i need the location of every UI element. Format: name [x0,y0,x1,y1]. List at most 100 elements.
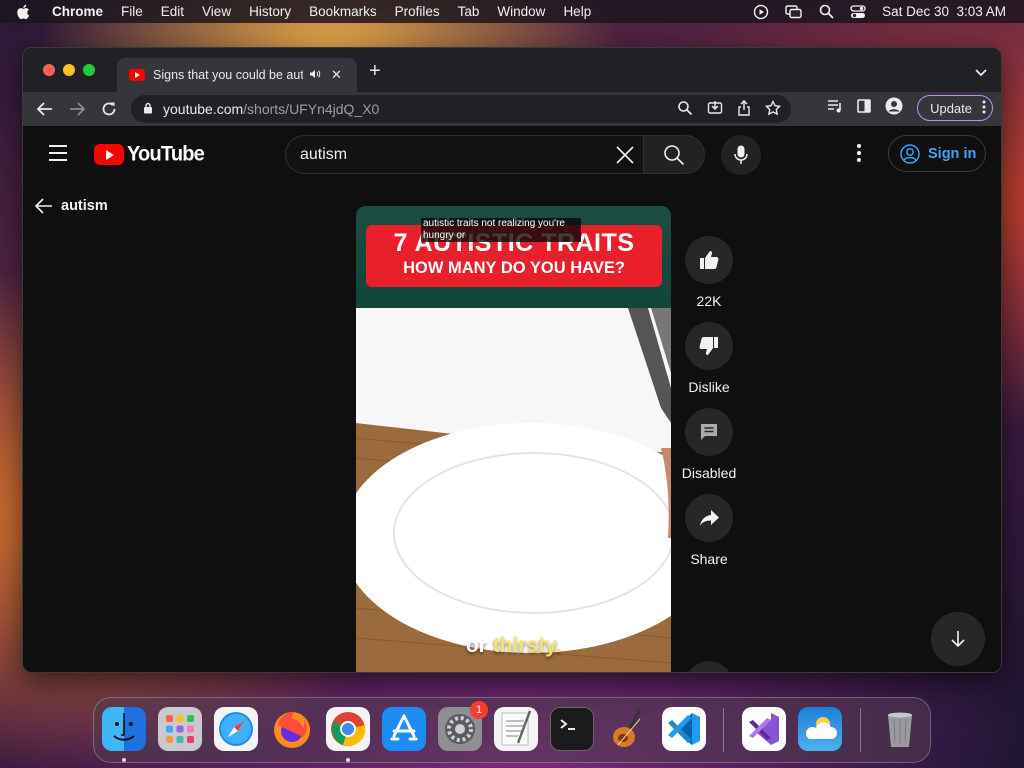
menu-view[interactable]: View [202,4,231,19]
video-scene [356,308,671,672]
youtube-play-logo-icon [94,144,124,165]
account-circle-icon [900,143,920,164]
chrome-running-dot [346,758,350,762]
menu-bookmarks[interactable]: Bookmarks [309,4,377,19]
garageband-icon[interactable] [606,707,650,751]
launchpad-icon[interactable] [158,707,202,751]
clear-search-icon[interactable] [615,145,635,170]
zoom-magnifier-icon[interactable] [677,100,693,119]
chrome-menu-icon[interactable] [982,100,986,117]
settings-notification-badge: 1 [470,701,488,719]
spotlight-search-icon[interactable] [819,4,834,19]
short-video-player[interactable]: 7 AUTISTIC TRAITS HOW MANY DO YOU HAVE? … [356,206,671,672]
menu-tab[interactable]: Tab [458,4,480,19]
youtube-page: YouTube Sign in autism [23,126,1001,672]
vscode-icon[interactable] [662,707,706,751]
menu-file[interactable]: File [121,4,143,19]
url-text[interactable]: youtube.com/shorts/UFYn4jdQ_X0 [163,101,379,117]
settings-kebab-icon[interactable] [857,144,861,165]
close-tab-icon[interactable]: ✕ [331,67,342,83]
update-button[interactable]: Update [917,95,993,121]
zoom-window-button[interactable] [83,64,95,76]
safari-icon[interactable] [214,707,258,751]
screen-mirror-icon[interactable] [785,4,803,19]
menu-app-name[interactable]: Chrome [52,4,103,19]
dislike-action: Dislike [679,322,739,395]
subtitle-highlight: thirsty. [492,634,562,657]
dock-separator-trash [860,708,861,752]
subtitle-text: or [465,634,493,657]
back-arrow-icon[interactable] [31,95,59,123]
install-app-icon[interactable] [707,100,723,119]
lock-icon[interactable] [143,101,153,117]
share-label: Share [690,551,728,567]
tab-active[interactable]: Signs that you could be autistic ✕ [117,58,357,92]
menu-bar: Chrome File Edit View History Bookmarks … [0,0,1024,23]
url-path: /shorts/UFYn4jdQ_X0 [243,101,380,117]
tab-strip: Signs that you could be autistic ✕ + [23,48,1001,92]
dock-separator [723,708,724,752]
tab-title: Signs that you could be autistic [153,68,303,82]
profile-avatar-icon[interactable] [885,97,903,120]
menubar-clock[interactable]: Sat Dec 30 3:03 AM [882,4,1006,19]
apple-icon[interactable] [16,4,38,20]
terminal-icon[interactable] [550,707,594,751]
url-host: youtube.com [163,101,244,117]
tab-search-chevron-icon[interactable] [975,64,987,82]
sign-in-button[interactable]: Sign in [888,135,986,172]
microphone-icon [734,145,748,164]
youtube-favicon-icon [129,69,145,81]
menu-window[interactable]: Window [497,4,545,19]
comments-label: Disabled [681,465,737,481]
comment-icon [701,424,717,440]
search-input[interactable] [300,145,600,164]
plate-on-placemat-image [356,308,671,672]
comments-button[interactable] [685,408,733,456]
next-video-button[interactable] [931,612,985,666]
control-center-icon[interactable] [850,4,866,19]
finder-icon[interactable] [102,707,146,751]
search-button[interactable] [643,135,705,174]
share-page-icon[interactable] [737,99,751,119]
close-window-button[interactable] [43,64,55,76]
share-button[interactable] [685,494,733,542]
address-bar[interactable]: youtube.com/shorts/UFYn4jdQ_X0 [131,95,791,123]
tab-audio-icon[interactable] [309,69,321,82]
like-button[interactable] [685,236,733,284]
traffic-lights [43,64,95,76]
back-to-search-button[interactable]: autism [35,198,108,214]
media-play-icon[interactable] [753,4,769,20]
trash-icon[interactable] [878,707,922,751]
weather-icon[interactable] [798,707,842,751]
search-icon [664,144,685,165]
media-queue-icon[interactable] [827,99,843,118]
dislike-label: Dislike [688,379,730,395]
browser-toolbar: youtube.com/shorts/UFYn4jdQ_X0 Update [23,92,1001,126]
remix-button[interactable] [685,661,733,672]
forward-arrow-icon[interactable] [63,95,91,123]
visual-studio-icon[interactable] [742,707,786,751]
youtube-logo[interactable]: YouTube [94,142,205,166]
thumbs-down-icon [699,337,718,355]
menu-history[interactable]: History [249,4,291,19]
system-settings-icon[interactable]: 1 [438,701,488,751]
menu-edit[interactable]: Edit [161,4,184,19]
finder-running-dot [122,758,126,762]
side-panel-icon[interactable] [857,98,871,118]
hamburger-menu-icon[interactable] [49,145,67,166]
app-store-icon[interactable] [382,707,426,751]
firefox-icon[interactable] [270,707,314,751]
dislike-button[interactable] [685,322,733,370]
chrome-icon[interactable] [326,707,370,751]
shorts-action-bar: 22K Dislike Disabled Share [679,236,739,580]
bookmark-star-icon[interactable] [764,99,782,119]
reload-icon[interactable] [95,95,123,123]
new-tab-button[interactable]: + [369,61,381,81]
minimize-window-button[interactable] [63,64,75,76]
menu-profiles[interactable]: Profiles [395,4,440,19]
menu-help[interactable]: Help [563,4,591,19]
browser-window: Signs that you could be autistic ✕ + you… [22,47,1002,673]
voice-search-button[interactable] [721,135,761,175]
textedit-icon[interactable] [494,707,538,751]
update-label: Update [930,100,972,116]
